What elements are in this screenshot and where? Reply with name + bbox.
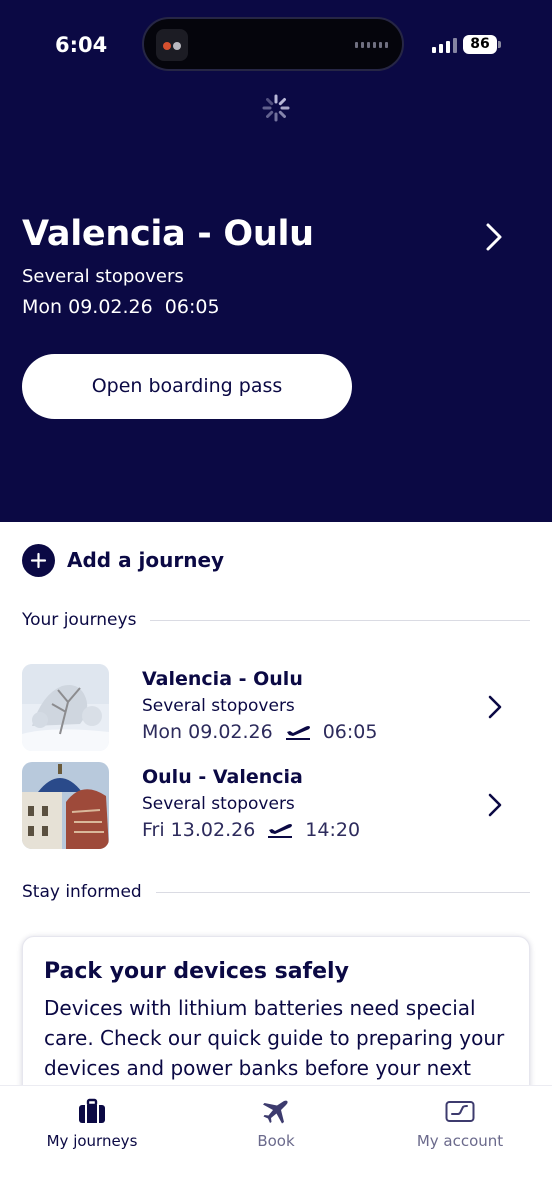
current-journey-stops: Several stopovers: [22, 266, 184, 287]
journey-thumbnail: [22, 762, 109, 849]
journey-route: Valencia - Oulu: [142, 668, 303, 690]
divider: [155, 891, 530, 893]
takeoff-icon: [285, 726, 310, 740]
journey-stops: Several stopovers: [142, 794, 295, 814]
current-journey-datetime: Mon 09.02.26 06:05: [22, 296, 220, 318]
live-activity-app-icon: [156, 29, 188, 61]
tab-my-journeys[interactable]: My journeys: [0, 1086, 184, 1166]
loading-spinner-icon: [262, 94, 290, 122]
hero-current-journey: 6:04 86 Valencia - Oulu Several stopover…: [0, 0, 552, 522]
signal-icon: [432, 37, 457, 53]
battery-cap: [498, 41, 501, 48]
journey-item[interactable]: Oulu - Valencia Several stopovers Fri 13…: [22, 762, 530, 850]
tab-my-account[interactable]: My account: [368, 1086, 552, 1166]
plus-icon: [22, 543, 55, 577]
takeoff-icon: [268, 824, 293, 838]
journey-datetime: Fri 13.02.26 14:20: [142, 819, 360, 841]
current-journey-route[interactable]: Valencia - Oulu: [22, 214, 314, 254]
tab-book[interactable]: Book: [184, 1086, 368, 1166]
chevron-right-icon[interactable]: [486, 792, 504, 818]
tab-label: My journeys: [46, 1132, 138, 1150]
section-title: Stay informed: [22, 882, 142, 902]
chevron-right-icon[interactable]: [480, 222, 508, 252]
journey-thumbnail: [22, 664, 109, 751]
journey-time: 06:05: [322, 721, 378, 743]
journey-time: 14:20: [305, 819, 361, 841]
add-journey-button[interactable]: Add a journey: [22, 543, 224, 577]
journey-date: Fri 13.02.26: [142, 819, 256, 841]
journey-datetime: Mon 09.02.26 06:05: [142, 721, 377, 743]
journey-item[interactable]: Valencia - Oulu Several stopovers Mon 09…: [22, 664, 530, 752]
info-card-title: Pack your devices safely: [44, 959, 349, 984]
add-journey-label: Add a journey: [67, 548, 225, 572]
boarding-card-icon: [445, 1101, 475, 1122]
divider: [150, 619, 530, 621]
open-boarding-pass-button[interactable]: Open boarding pass: [22, 354, 352, 419]
suitcase-icon: [79, 1098, 105, 1123]
tab-label: My account: [416, 1132, 504, 1150]
audio-wave-icon: [355, 42, 388, 48]
airplane-icon: [263, 1100, 288, 1124]
status-time: 6:04: [55, 33, 108, 57]
dynamic-island: [142, 17, 404, 71]
tab-label: Book: [257, 1132, 295, 1150]
journey-date: Mon 09.02.26: [142, 721, 273, 743]
journey-stops: Several stopovers: [142, 696, 295, 716]
battery-icon: 86: [463, 35, 497, 54]
journey-route: Oulu - Valencia: [142, 766, 303, 788]
bottom-tab-bar: My journeys Book My account: [0, 1085, 552, 1200]
chevron-right-icon[interactable]: [486, 694, 504, 720]
info-card-body: Devices with lithium batteries need spec…: [44, 996, 505, 1080]
section-title: Your journeys: [22, 610, 137, 630]
your-journeys-header: Your journeys: [22, 610, 530, 630]
stay-informed-header: Stay informed: [22, 882, 530, 902]
